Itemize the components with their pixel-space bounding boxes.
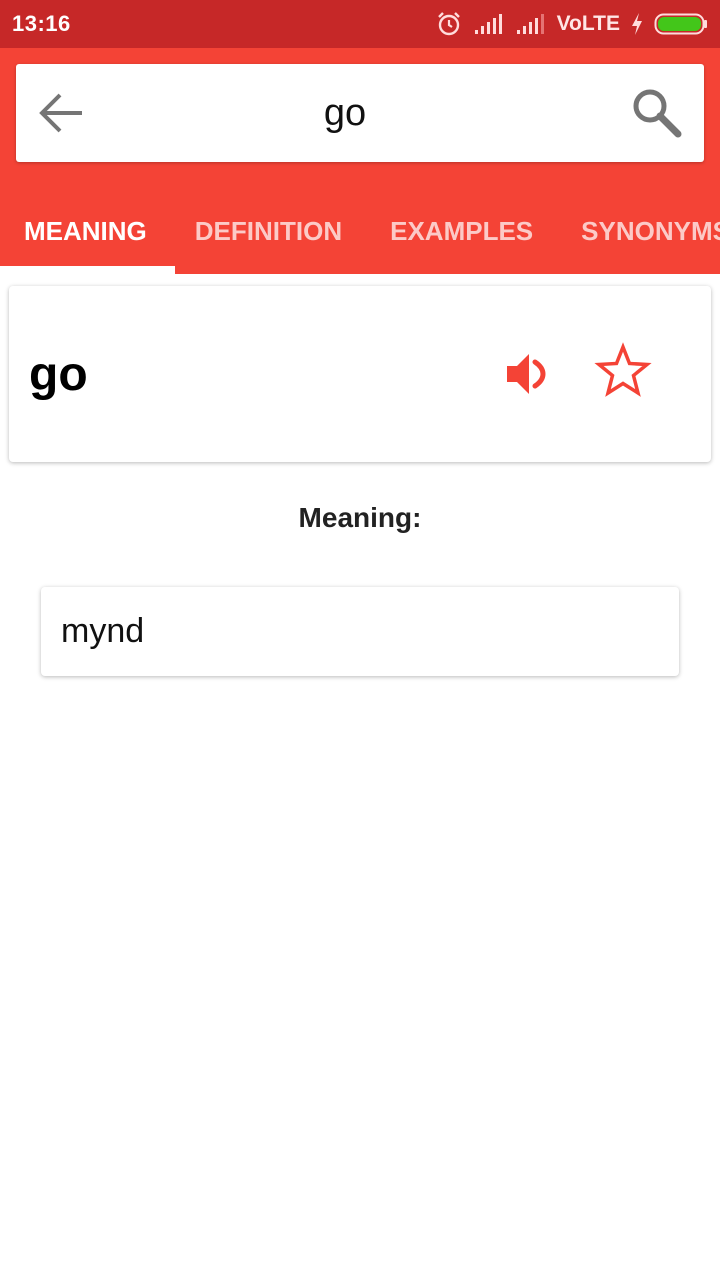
network-type: VoLTE	[556, 12, 620, 35]
status-time: 13:16	[12, 11, 71, 36]
search-bar[interactable]: go	[16, 64, 704, 162]
status-bar: 13:16 VoLTE	[0, 0, 720, 48]
search-icon	[633, 89, 682, 138]
favorite-button[interactable]	[593, 342, 653, 402]
arrow-left-icon	[39, 93, 82, 133]
app-header: go MEANING DEFINITION EXAMPLES SYNONYMS	[0, 48, 720, 274]
tab-definition[interactable]: DEFINITION	[171, 188, 366, 274]
meaning-value: mynd	[41, 587, 679, 676]
status-icons: VoLTE	[435, 10, 708, 38]
search-button[interactable]	[630, 86, 684, 140]
pronounce-button[interactable]	[493, 344, 553, 404]
word-title: go	[29, 347, 88, 401]
alarm-icon	[437, 12, 460, 36]
active-tab-indicator	[0, 266, 175, 274]
speaker-icon	[507, 354, 546, 394]
tab-examples[interactable]: EXAMPLES	[366, 188, 557, 274]
tab-synonyms[interactable]: SYNONYMS	[557, 188, 720, 274]
star-outline-icon	[594, 342, 652, 397]
tab-bar: MEANING DEFINITION EXAMPLES SYNONYMS	[0, 188, 720, 274]
meaning-label: Meaning:	[298, 502, 422, 533]
tab-meaning[interactable]: MEANING	[0, 188, 171, 274]
battery-icon	[654, 13, 707, 35]
back-button[interactable]	[38, 89, 86, 137]
search-input[interactable]: go	[116, 64, 574, 162]
charging-icon	[632, 13, 642, 35]
signal-icon	[474, 14, 502, 34]
word-card: go	[9, 286, 711, 462]
signal-icon	[516, 14, 544, 34]
